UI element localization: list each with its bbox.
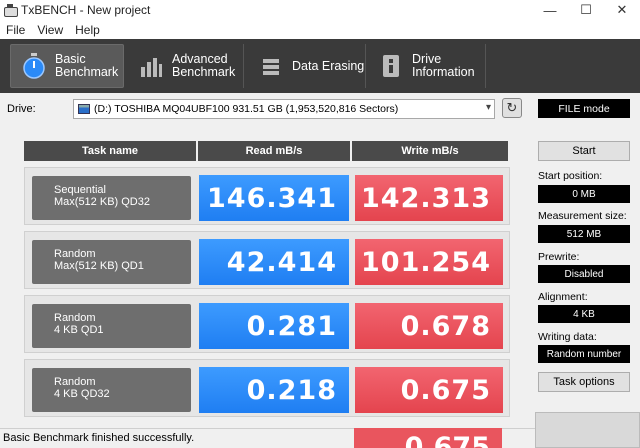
read-value: 0.218	[199, 367, 349, 413]
start-position-field[interactable]: 0 MB	[538, 185, 630, 203]
drive-label: Drive:	[7, 103, 36, 115]
write-value: 0.678	[355, 303, 503, 349]
bar-chart-icon	[138, 53, 164, 79]
menu-help[interactable]: Help	[69, 23, 106, 37]
tab-label: Advanced Benchmark	[172, 52, 236, 79]
write-value: 0.675	[355, 367, 503, 413]
status-text: Basic Benchmark finished successfully.	[3, 432, 195, 444]
tab-data-erasing[interactable]: Data Erasing	[248, 44, 366, 88]
eraser-icon	[258, 53, 284, 79]
header-read: Read mB/s	[198, 141, 350, 161]
partial-write-value: 0.675	[354, 428, 502, 448]
read-value: 42.414	[199, 239, 349, 285]
title-bar: TxBENCH - New project — ☐ ✕	[0, 0, 640, 20]
tab-drive-information[interactable]: Drive Information	[368, 44, 486, 88]
drive-selected-value: (D:) TOSHIBA MQ04UBF100 931.51 GB (1,953…	[94, 103, 399, 115]
app-icon	[3, 4, 18, 17]
alignment-field[interactable]: 4 KB	[538, 305, 630, 323]
menu-bar: File View Help	[0, 20, 640, 39]
writing-data-label: Writing data:	[538, 331, 597, 343]
header-write: Write mB/s	[352, 141, 508, 161]
table-row: Random Max(512 KB) QD1 42.414 101.254	[24, 231, 510, 289]
close-icon[interactable]: ✕	[604, 0, 640, 20]
menu-file[interactable]: File	[0, 23, 31, 37]
window-title: TxBENCH - New project	[21, 3, 151, 17]
alignment-label: Alignment:	[538, 291, 588, 303]
tab-label: Basic Benchmark	[55, 52, 119, 79]
tab-label: Drive Information	[412, 52, 475, 79]
minimize-icon[interactable]: —	[532, 0, 568, 20]
maximize-icon[interactable]: ☐	[568, 0, 604, 20]
write-value: 142.313	[355, 175, 503, 221]
drive-info-icon	[378, 53, 404, 79]
overlay-panel	[535, 412, 640, 448]
menu-view[interactable]: View	[31, 23, 69, 37]
drive-row: Drive: (D:) TOSHIBA MQ04UBF100 931.51 GB…	[0, 96, 640, 124]
task-button-random-4k-qd1[interactable]: Random 4 KB QD1	[32, 304, 191, 348]
task-options-button[interactable]: Task options	[538, 372, 630, 392]
file-mode-button[interactable]: FILE mode	[538, 99, 630, 118]
writing-data-field[interactable]: Random number	[538, 345, 630, 363]
table-row: Random 4 KB QD1 0.281 0.678	[24, 295, 510, 353]
prewrite-label: Prewrite:	[538, 251, 580, 263]
refresh-icon: ↻	[506, 100, 518, 115]
start-position-label: Start position:	[538, 170, 603, 182]
measurement-size-field[interactable]: 512 MB	[538, 225, 630, 243]
table-row: Random 4 KB QD32 0.218 0.675	[24, 359, 510, 417]
start-button[interactable]: Start	[538, 141, 630, 161]
tab-label: Data Erasing	[292, 58, 365, 73]
partial-write-text: 0.675	[404, 432, 490, 448]
tab-basic-benchmark[interactable]: Basic Benchmark	[10, 44, 124, 88]
prewrite-field[interactable]: Disabled	[538, 265, 630, 283]
header-task-name: Task name	[24, 141, 196, 161]
read-value: 0.281	[199, 303, 349, 349]
write-value: 101.254	[355, 239, 503, 285]
read-value: 146.341	[199, 175, 349, 221]
task-button-sequential-qd32[interactable]: Sequential Max(512 KB) QD32	[32, 176, 191, 220]
task-button-random-512-qd1[interactable]: Random Max(512 KB) QD1	[32, 240, 191, 284]
window-controls: — ☐ ✕	[532, 0, 640, 20]
drive-select[interactable]: (D:) TOSHIBA MQ04UBF100 931.51 GB (1,953…	[73, 99, 495, 119]
tab-advanced-benchmark[interactable]: Advanced Benchmark	[128, 44, 244, 88]
chevron-down-icon: ▾	[485, 102, 491, 113]
main-toolbar: Basic Benchmark Advanced Benchmark Data …	[0, 39, 640, 93]
refresh-drives-button[interactable]: ↻	[502, 98, 522, 118]
disk-icon	[78, 104, 90, 114]
stopwatch-icon	[21, 53, 47, 79]
table-header: Task name Read mB/s Write mB/s	[24, 141, 510, 161]
measurement-size-label: Measurement size:	[538, 210, 627, 222]
task-button-random-4k-qd32[interactable]: Random 4 KB QD32	[32, 368, 191, 412]
table-row: Sequential Max(512 KB) QD32 146.341 142.…	[24, 167, 510, 225]
